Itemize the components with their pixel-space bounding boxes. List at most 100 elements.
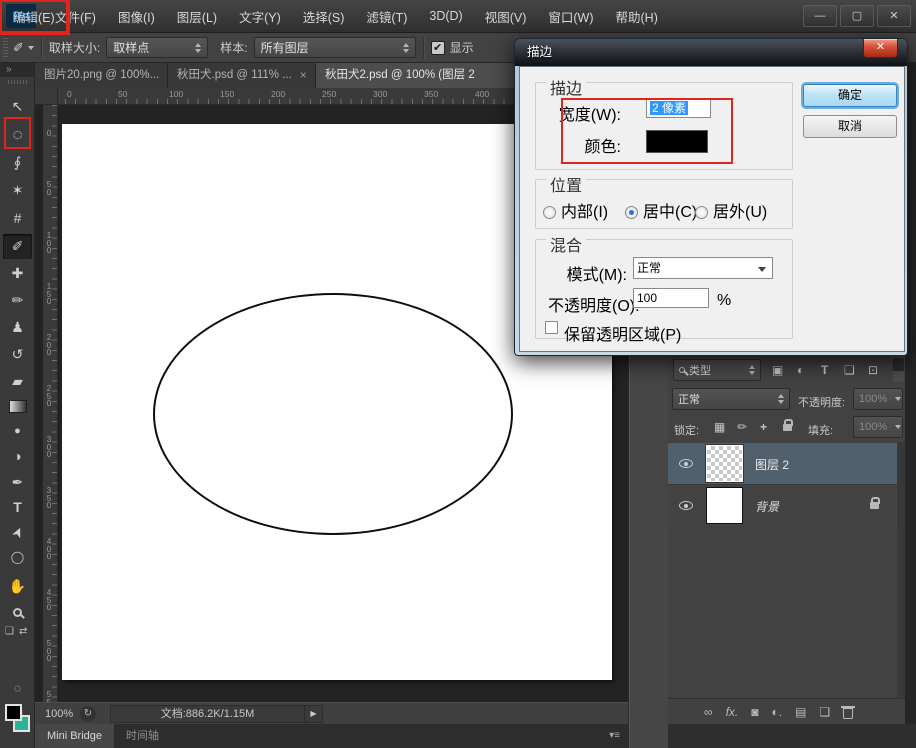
tab-mini-bridge[interactable]: Mini Bridge [35, 724, 114, 748]
zoom-tool[interactable] [3, 600, 32, 625]
ok-button[interactable]: 确定 [803, 84, 897, 107]
lasso-tool[interactable]: ∮ [3, 150, 32, 175]
status-expand-icon[interactable]: ▶ [305, 705, 323, 723]
layer-name[interactable]: 图层 2 [755, 456, 789, 473]
lock-all-icon[interactable] [783, 424, 792, 431]
menu-view[interactable]: 视图(V) [474, 2, 538, 31]
magic-wand-tool[interactable]: ✶ [3, 178, 32, 203]
stroke-color-swatch[interactable] [646, 130, 708, 153]
radio-inside[interactable]: 内部(I) [543, 198, 608, 222]
filter-smart-objects-icon[interactable]: ⊡ [868, 363, 878, 377]
visibility-eye-icon[interactable] [679, 501, 693, 510]
layer-thumbnail[interactable] [706, 487, 743, 524]
lock-pixels-icon[interactable]: ✏ [737, 420, 747, 434]
panel-menu-icon[interactable]: ▾≡ [609, 724, 628, 748]
eyedropper-tool[interactable]: ✐ [3, 234, 32, 259]
new-layer-icon[interactable]: ❏ [819, 705, 830, 719]
move-icon: ↖ [12, 98, 24, 114]
lock-position-icon[interactable]: + [760, 420, 767, 434]
layer-name[interactable]: 背景 [755, 498, 779, 515]
collapse-panel-icon[interactable]: » [0, 63, 34, 77]
status-refresh-icon[interactable]: ↻ [80, 706, 96, 722]
shape-tool[interactable]: ◯ [3, 545, 32, 570]
crop-tool[interactable]: # [3, 206, 32, 231]
zoom-level-field[interactable]: 100% [35, 708, 80, 720]
options-grip[interactable] [3, 38, 8, 58]
hand-tool[interactable]: ✋ [3, 574, 32, 599]
menu-image[interactable]: 图像(I) [107, 2, 166, 31]
type-tool[interactable]: T [3, 495, 32, 520]
filter-toggle[interactable] [893, 358, 904, 382]
opacity-combo[interactable]: 100% [853, 388, 903, 410]
sample-combo[interactable]: 所有图层 [254, 37, 416, 58]
layer-style-fx-icon[interactable]: fx. [726, 705, 739, 719]
menu-3d[interactable]: 3D(D) [418, 4, 473, 28]
sample-size-combo[interactable]: 取样点 [106, 37, 208, 58]
menu-window[interactable]: 窗口(W) [537, 2, 604, 31]
healing-brush-tool[interactable]: ✚ [3, 261, 32, 286]
blur-tool[interactable]: ● [3, 419, 32, 444]
tab-close-icon[interactable]: × [300, 63, 307, 88]
close-button[interactable]: ✕ [877, 5, 911, 27]
layers-scroll-gutter[interactable] [897, 442, 905, 698]
blend-mode-combo[interactable]: 正常 [672, 388, 790, 410]
swap-colors-icon[interactable]: ⇄ [19, 626, 27, 637]
maximize-button[interactable]: ▢ [840, 5, 874, 27]
adjustment-layer-icon[interactable]: ◐. [771, 705, 782, 719]
filter-adjustment-layers-icon[interactable]: ◐ [797, 363, 804, 377]
layer-row-layer2[interactable]: 图层 2 [668, 443, 897, 484]
eraser-icon: ▰ [12, 373, 23, 389]
filter-type-layers-icon[interactable]: T [821, 363, 828, 377]
cancel-button[interactable]: 取消 [803, 115, 897, 138]
elliptical-marquee-tool[interactable]: ◌ [3, 122, 32, 147]
tool-preset-caret-icon[interactable] [28, 46, 34, 50]
radio-outside[interactable]: 居外(U) [695, 198, 767, 222]
dialog-opacity-input[interactable]: 100 [633, 288, 709, 308]
dialog-close-button[interactable]: ✕ [863, 39, 898, 58]
layer-thumbnail[interactable] [706, 445, 743, 482]
doc-tab-2[interactable]: 秋田犬.psd @ 111% ... × [168, 63, 316, 88]
pen-tool[interactable]: ✒ [3, 470, 32, 495]
doc-tab-3[interactable]: 秋田犬2.psd @ 100% (图层 2 [316, 63, 516, 88]
menu-filter[interactable]: 滤镜(T) [355, 2, 418, 31]
menu-select[interactable]: 选择(S) [292, 2, 356, 31]
lock-transparent-icon[interactable]: ▦ [714, 420, 725, 434]
layer-filter-combo[interactable]: 类型 [673, 359, 761, 381]
preserve-transparency-checkbox[interactable] [545, 321, 558, 334]
default-colors-icon[interactable]: ❏ [5, 626, 14, 637]
tab-timeline[interactable]: 时间轴 [114, 724, 171, 748]
filter-pixel-layers-icon[interactable]: ▣ [772, 363, 783, 377]
quick-mask-button[interactable]: ◌ [3, 676, 32, 701]
clone-stamp-tool[interactable]: ♟ [3, 315, 32, 340]
menu-file[interactable]: 文件(F) [44, 2, 107, 31]
add-layer-mask-icon[interactable]: ◙ [751, 705, 758, 719]
visibility-eye-icon[interactable] [679, 459, 693, 468]
gradient-tool[interactable] [3, 394, 32, 419]
menu-help[interactable]: 帮助(H) [605, 2, 669, 31]
brush-tool[interactable]: ✏ [3, 288, 32, 313]
show-checkbox[interactable]: ✔ [431, 41, 445, 55]
menu-type[interactable]: 文字(Y) [228, 2, 292, 31]
document-status-bar: 100% ↻ 文档:886.2K/1.15M ▶ [35, 702, 628, 724]
ruler-label: 250 [322, 89, 336, 99]
foreground-color-swatch[interactable] [5, 704, 22, 721]
link-layers-icon[interactable]: ∞ [704, 705, 713, 719]
move-tool[interactable]: ↖ [3, 94, 32, 119]
eyedropper-option-icon[interactable]: ✐ [13, 40, 24, 56]
radio-center[interactable]: 居中(C) [625, 198, 697, 222]
new-group-folder-icon[interactable]: ▤ [795, 705, 806, 719]
menu-layer[interactable]: 图层(L) [166, 2, 228, 31]
width-input[interactable]: 2 像素 [646, 98, 711, 118]
toolbar-grip[interactable] [8, 80, 27, 84]
doc-tab-1[interactable]: 图片20.png @ 100%... × [35, 63, 168, 88]
fill-combo[interactable]: 100% [853, 416, 903, 438]
delete-layer-trash-icon[interactable] [843, 708, 853, 719]
minimize-button[interactable]: — [803, 5, 837, 27]
eraser-tool[interactable]: ▰ [3, 369, 32, 394]
mode-select[interactable]: 正常 [633, 257, 773, 279]
dodge-tool[interactable]: ◑ [3, 444, 32, 469]
layer-row-background[interactable]: 背景 [668, 484, 897, 525]
path-selection-tool[interactable]: ➤ [3, 520, 32, 545]
filter-shape-layers-icon[interactable]: ❏ [844, 363, 855, 377]
history-brush-tool[interactable]: ↺ [3, 342, 32, 367]
